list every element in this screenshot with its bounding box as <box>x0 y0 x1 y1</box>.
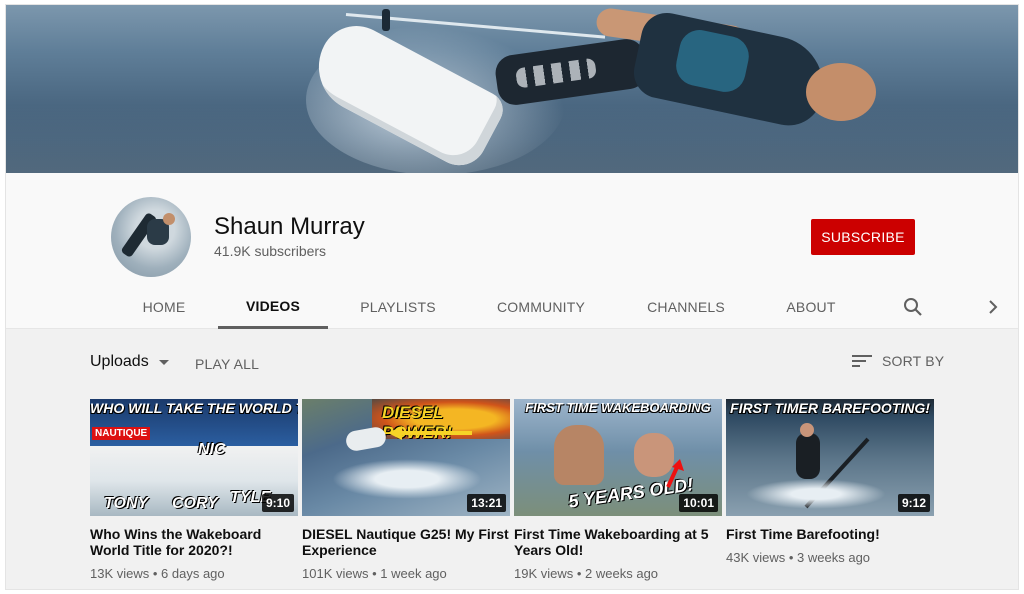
video-card[interactable]: WHO WILL TAKE THE WORLD TITLE? NAUTIQUE … <box>90 399 300 581</box>
thumbnail-caption: FIRST TIMER BAREFOOTING! <box>730 400 930 416</box>
tab-channels[interactable]: CHANNELS <box>636 285 736 329</box>
channel-avatar[interactable] <box>111 197 191 277</box>
video-title[interactable]: Who Wins the Wakeboard World Title for 2… <box>90 526 300 558</box>
tab-about[interactable]: ABOUT <box>776 285 846 329</box>
thumbnail-caption: WHO WILL TAKE THE WORLD TITLE? <box>90 400 298 416</box>
channel-banner <box>6 5 1018 173</box>
videos-section: Uploads PLAY ALL SORT BY WHO WILL TAKE T… <box>6 329 1018 589</box>
tab-videos[interactable]: VIDEOS <box>218 285 328 329</box>
thumbnail-name: TONY <box>104 495 149 512</box>
video-meta: 13K views • 6 days ago <box>90 566 225 581</box>
video-duration: 13:21 <box>467 494 506 512</box>
video-duration: 10:01 <box>679 494 718 512</box>
play-all-button[interactable]: PLAY ALL <box>195 356 259 372</box>
channel-page: Shaun Murray 41.9K subscribers SUBSCRIBE… <box>5 4 1019 590</box>
sort-icon <box>852 353 872 369</box>
tab-playlists[interactable]: PLAYLISTS <box>348 285 448 329</box>
subscribe-button[interactable]: SUBSCRIBE <box>811 219 915 255</box>
channel-tabs: HOME VIDEOS PLAYLISTS COMMUNITY CHANNELS… <box>6 285 1018 329</box>
tab-home[interactable]: HOME <box>116 285 212 329</box>
uploads-label: Uploads <box>90 353 149 370</box>
video-meta: 101K views • 1 week ago <box>302 566 447 581</box>
channel-name: Shaun Murray <box>214 213 365 240</box>
video-meta: 43K views • 3 weeks ago <box>726 550 871 565</box>
video-title[interactable]: DIESEL Nautique G25! My First Experience <box>302 526 512 558</box>
video-title[interactable]: First Time Barefooting! <box>726 526 936 542</box>
video-thumbnail[interactable]: FIRST TIMER BAREFOOTING! 9:12 <box>726 399 934 516</box>
video-thumbnail[interactable]: WHO WILL TAKE THE WORLD TITLE? NAUTIQUE … <box>90 399 298 516</box>
thumbnail-name: CORY <box>172 495 218 512</box>
video-thumbnail[interactable]: DIESEL POWER! 13:21 <box>302 399 510 516</box>
thumbnail-logo: NAUTIQUE <box>92 427 151 440</box>
thumbnail-caption: FIRST TIME WAKEBOARDING <box>525 400 711 415</box>
upload-age: 6 days ago <box>161 566 225 581</box>
uploads-dropdown[interactable]: Uploads <box>90 353 169 371</box>
upload-age: 3 weeks ago <box>797 550 871 565</box>
caret-down-icon <box>158 359 169 365</box>
thumbnail-name: NIC <box>198 441 226 458</box>
view-count: 43K views <box>726 550 786 565</box>
sort-by-label: SORT BY <box>882 353 945 369</box>
video-card[interactable]: DIESEL POWER! 13:21 DIESEL Nautique G25!… <box>302 399 512 581</box>
video-card[interactable]: FIRST TIMER BAREFOOTING! 9:12 First Time… <box>726 399 936 565</box>
view-count: 19K views <box>514 566 574 581</box>
video-meta: 19K views • 2 weeks ago <box>514 566 659 581</box>
upload-age: 2 weeks ago <box>585 566 659 581</box>
tab-community[interactable]: COMMUNITY <box>486 285 596 329</box>
video-duration: 9:10 <box>261 494 294 512</box>
video-card[interactable]: FIRST TIME WAKEBOARDING 5 YEARS OLD! 10:… <box>514 399 724 581</box>
subscriber-count: 41.9K subscribers <box>214 243 327 259</box>
video-thumbnail[interactable]: FIRST TIME WAKEBOARDING 5 YEARS OLD! 10:… <box>514 399 722 516</box>
view-count: 13K views <box>90 566 150 581</box>
sort-by-button[interactable]: SORT BY <box>852 353 944 369</box>
upload-age: 1 week ago <box>380 566 447 581</box>
view-count: 101K views <box>302 566 369 581</box>
video-duration: 9:12 <box>897 494 930 512</box>
video-title[interactable]: First Time Wakeboarding at 5 Years Old! <box>514 526 724 558</box>
chevron-right-icon[interactable] <box>981 293 1005 321</box>
search-icon[interactable] <box>899 293 927 321</box>
